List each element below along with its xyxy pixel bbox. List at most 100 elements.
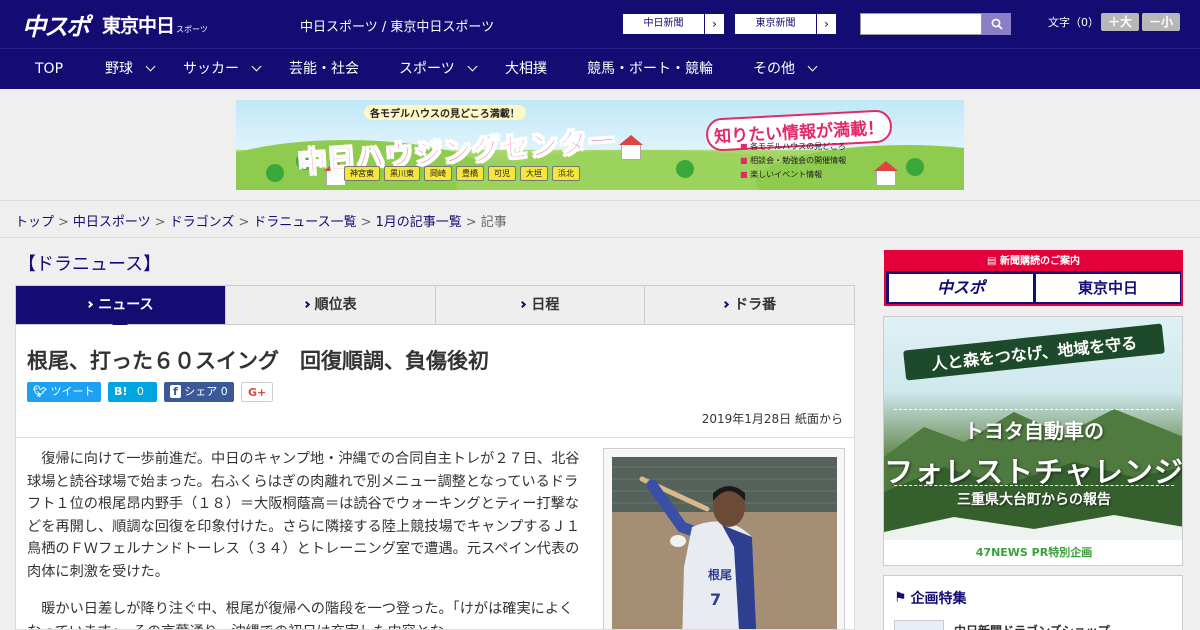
font-size-decrease-button[interactable]: －小	[1142, 13, 1180, 31]
nav-item-label: その他	[753, 61, 795, 77]
tab-news[interactable]: ニュース	[16, 286, 226, 332]
subscription-logo-chusupo[interactable]: 中スポ	[889, 274, 1033, 302]
font-size-increase-button[interactable]: ＋大	[1101, 13, 1139, 31]
banner-place: 黒川東	[384, 166, 420, 181]
breadcrumb-link-dra-news-list[interactable]: ドラニュース一覧	[253, 215, 356, 230]
search-input[interactable]	[860, 13, 982, 35]
tab-label: 順位表	[314, 297, 357, 313]
nav-item-racing[interactable]: 競馬・ボート・競輪	[587, 49, 713, 90]
chevron-right-icon	[519, 300, 527, 309]
banner-bullet: 各モデルハウスの見どころ	[740, 140, 846, 154]
main-nav: TOP 野球 サッカー 芸能・社会 スポーツ 大相撲 競馬・ボート・競輪 その他	[0, 48, 1200, 89]
tweet-button[interactable]: 🐦︎ ツイート	[27, 382, 101, 402]
nav-item-sports[interactable]: スポーツ	[399, 49, 478, 90]
facebook-share-button[interactable]: f シェア 0	[164, 382, 234, 402]
tree-icon	[266, 164, 284, 182]
nav-item-entertainment[interactable]: 芸能・社会	[289, 49, 359, 90]
banner-place: 大垣	[520, 166, 548, 181]
tab-schedule[interactable]: 日程	[435, 286, 646, 324]
forest-ad-footer: 47NEWS PR特別企画	[884, 540, 1182, 565]
logo-sports-small: スポーツ	[176, 24, 208, 34]
feature-thumbnail	[894, 620, 944, 630]
house-icon	[619, 135, 643, 160]
breadcrumb-current: 記事	[480, 215, 507, 230]
chevron-right-icon: ›	[824, 17, 829, 31]
banner-place: 浜北	[552, 166, 580, 181]
chunichi-shimbun-link[interactable]: 中日新聞 ›	[622, 13, 725, 35]
tokyo-shimbun-label: 東京新聞	[735, 14, 817, 34]
search-button[interactable]	[982, 13, 1011, 35]
breadcrumb-separator: >	[58, 215, 69, 230]
tab-standings[interactable]: 順位表	[225, 286, 436, 324]
nav-item-soccer[interactable]: サッカー	[183, 49, 262, 90]
chevron-right-icon	[722, 300, 730, 309]
banner-bullets: 各モデルハウスの見どころ 相談会・勉強会の開催情報 楽しいイベント情報	[740, 140, 846, 182]
subscription-header-label: 新聞購読のご案内	[999, 256, 1080, 267]
breadcrumb-separator: >	[360, 215, 372, 230]
nav-item-sumo[interactable]: 大相撲	[505, 49, 547, 90]
hatena-count: 0	[136, 385, 144, 398]
subscription-logo-tokyo-chunichi[interactable]: 東京中日	[1036, 274, 1180, 302]
logo-tokyo-chunichi: 東京中日	[102, 14, 175, 37]
twitter-icon: 🐦︎	[33, 385, 47, 398]
chevron-down-icon	[467, 61, 478, 72]
google-plus-icon: G+	[248, 386, 267, 399]
search-icon	[991, 18, 1003, 30]
chevron-down-icon	[145, 61, 156, 72]
article-headline: 根尾、打った６０スイング 回復順調、負傷後初	[27, 349, 489, 373]
forest-ad-line1: トヨタ自動車の	[964, 419, 1104, 443]
breadcrumb-bar: トップ > 中日スポーツ > ドラゴンズ > ドラニュース一覧 >1月の記事一覧 > 記事	[0, 200, 1200, 238]
banner-place: 岡崎	[424, 166, 452, 181]
google-plus-button[interactable]: G+	[241, 382, 273, 402]
breadcrumb-separator: >	[238, 215, 250, 230]
article-header: 根尾、打った６０スイング 回復順調、負傷後初 🐦︎ ツイート B! 0 f シェ…	[15, 325, 855, 438]
logo-chusupo: 中スポ	[22, 12, 90, 41]
banner-place: 神宮東	[344, 166, 380, 181]
breadcrumb-link-january-articles[interactable]: 1月の記事一覧	[376, 215, 462, 230]
batting-player-illustration: 根尾 7	[612, 457, 837, 629]
chevron-right-icon	[86, 300, 94, 309]
hatena-bookmark-button[interactable]: B! 0	[108, 382, 157, 402]
banner-place: 豊橋	[456, 166, 484, 181]
banner-place: 可児	[488, 166, 516, 181]
nav-item-label: 芸能・社会	[289, 61, 359, 77]
breadcrumb-separator: >	[465, 215, 477, 230]
feature-item[interactable]: 中日新聞ドラゴンズショップ	[894, 620, 1110, 630]
divider	[894, 409, 1174, 410]
newspaper-icon: ▤	[987, 256, 1000, 267]
tokyo-shimbun-link[interactable]: 東京新聞 ›	[734, 13, 837, 35]
section-title: 【ドラニュース】	[18, 254, 162, 275]
nav-item-label: TOP	[35, 61, 64, 77]
article-photo-frame[interactable]: 根尾 7	[603, 448, 845, 629]
nav-item-label: サッカー	[183, 61, 239, 77]
nav-item-other[interactable]: その他	[753, 49, 818, 90]
nav-item-top[interactable]: TOP	[35, 49, 63, 90]
breadcrumb-link-chunichi-sports[interactable]: 中日スポーツ	[73, 215, 151, 230]
nav-item-baseball[interactable]: 野球	[105, 49, 156, 90]
feature-title: ⚑ 企画特集	[894, 588, 967, 608]
article-paragraph: 復帰に向けて一歩前進だ。中日のキャンプ地・沖縄での合同自主トレが２７日、北谷球場…	[27, 451, 580, 580]
news-tabs: ニュース 順位表 日程 ドラ番	[15, 285, 855, 332]
subscription-banner[interactable]: ▤ 新聞購読のご案内 中スポ 東京中日	[884, 250, 1183, 306]
housing-center-banner-ad[interactable]: 各モデルハウスの見どころ満載！ 中日ハウジングセンター 神宮東 黒川東 岡崎 豊…	[236, 100, 964, 190]
nav-item-label: スポーツ	[399, 61, 455, 77]
banner-bullet: 楽しいイベント情報	[740, 168, 846, 182]
tab-dora-ban[interactable]: ドラ番	[645, 286, 854, 324]
chevron-down-icon	[807, 61, 818, 72]
house-icon	[874, 161, 898, 186]
tab-label: 日程	[531, 297, 560, 313]
nav-item-label: 野球	[105, 61, 133, 77]
subscription-header: ▤ 新聞購読のご案内	[886, 252, 1181, 271]
banner-top-note: 各モデルハウスの見どころ満載！	[364, 105, 526, 120]
facebook-icon: f	[170, 385, 181, 398]
facebook-share-count: 0	[220, 385, 228, 398]
feature-title-label: 企画特集	[910, 591, 967, 607]
jersey-name: 根尾	[708, 567, 732, 582]
chevron-down-icon	[251, 61, 262, 72]
nav-item-label: 競馬・ボート・競輪	[587, 61, 713, 77]
site-logo[interactable]: 中スポ 東京中日 スポーツ	[22, 7, 208, 41]
breadcrumb-link-dragons[interactable]: ドラゴンズ	[170, 215, 235, 230]
breadcrumb-link-top[interactable]: トップ	[15, 215, 54, 230]
forest-challenge-ad[interactable]: 人と森をつなげ、地域を守る トヨタ自動車の フォレストチャレンジ 三重県大台町か…	[883, 316, 1183, 566]
chunichi-shimbun-label: 中日新聞	[623, 14, 705, 34]
